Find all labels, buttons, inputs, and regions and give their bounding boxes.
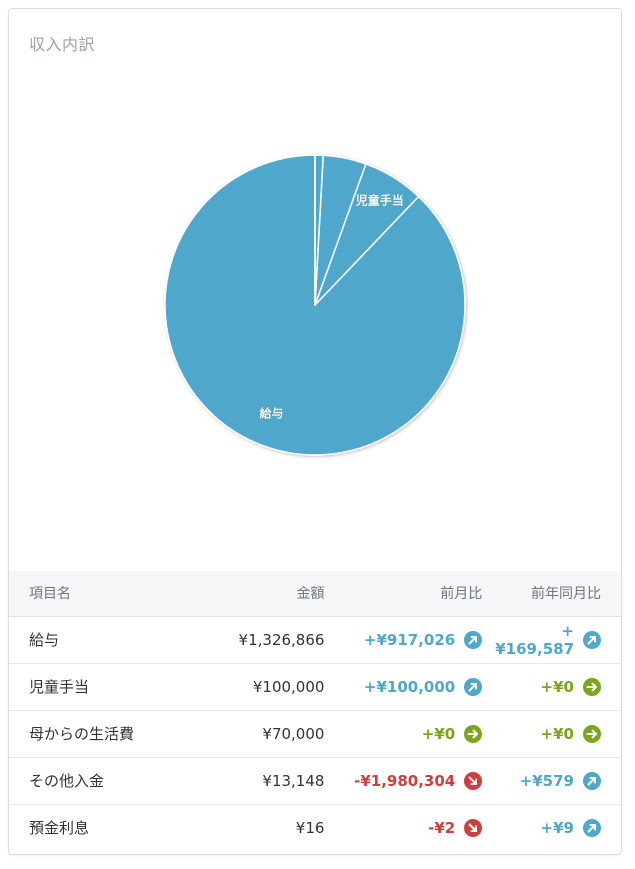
row-mom: +¥100,000 (332, 663, 495, 711)
arrow-up-right-icon (583, 630, 601, 649)
table-row: 母からの生活費 ¥70,000 +¥0 +¥0 (9, 710, 621, 758)
arrow-up-right-icon (583, 818, 601, 837)
mom-change: +¥100,000 (363, 677, 483, 696)
yoy-change: +¥579 (519, 771, 601, 790)
income-pie-chart: 給与 児童手当 (164, 154, 466, 456)
arrow-down-right-icon (464, 818, 483, 837)
mom-change: -¥2 (428, 818, 483, 837)
arrow-down-right-icon (464, 771, 483, 790)
pie-slice-label: 児童手当 (355, 192, 404, 207)
card-title: 収入内訳 (29, 35, 96, 54)
row-yoy: +¥0 (494, 710, 621, 758)
header-mom: 前月比 (332, 571, 495, 617)
row-amount: ¥16 (295, 818, 325, 837)
arrow-up-right-icon (464, 677, 483, 696)
table-row: 給与 ¥1,326,866 +¥917,026 +¥169,587 (9, 616, 621, 664)
pie-slice-label: 給与 (259, 406, 283, 421)
mom-value: +¥100,000 (363, 677, 456, 696)
header-amount: 金額 (193, 571, 333, 617)
yoy-change: +¥9 (540, 818, 601, 837)
mom-value: -¥1,980,304 (354, 771, 456, 790)
yoy-change: +¥0 (540, 724, 601, 743)
row-amount: ¥1,326,866 (193, 616, 333, 664)
header-name: 項目名 (9, 571, 194, 617)
arrow-up-right-icon (464, 630, 483, 649)
mom-change: -¥1,980,304 (354, 771, 483, 790)
row-yoy: +¥9 (494, 804, 621, 851)
mom-value: +¥0 (421, 724, 456, 743)
row-yoy: +¥0 (494, 663, 621, 711)
row-amount: ¥13,148 (193, 757, 333, 805)
table-body: 給与 ¥1,326,866 +¥917,026 +¥169,587 児童手当 ¥100,0… (9, 616, 621, 851)
yoy-value: +¥0 (540, 724, 574, 743)
mom-change: +¥0 (421, 724, 483, 743)
row-name: 児童手当 (9, 663, 194, 711)
mom-value: +¥917,026 (363, 630, 456, 649)
arrow-right-icon (583, 677, 601, 696)
row-name: その他入金 (9, 757, 194, 805)
row-name: 預金利息 (29, 819, 90, 838)
income-table: 項目名 金額 前月比 前年同月比 給与 ¥1,326,866 +¥917,026 +¥… (9, 571, 621, 851)
yoy-value: +¥169,587 (495, 621, 575, 658)
row-yoy: +¥579 (494, 757, 621, 805)
table-header-row: 項目名 金額 前月比 前年同月比 (9, 571, 621, 617)
yoy-value: +¥0 (540, 677, 574, 696)
pie-chart-container: 給与 児童手当 (9, 69, 621, 569)
mom-change: +¥917,026 (363, 630, 483, 649)
arrow-right-icon (583, 724, 601, 743)
arrow-up-right-icon (583, 771, 601, 790)
table-row: その他入金 ¥13,148 -¥1,980,304 +¥579 (9, 757, 621, 805)
row-mom: -¥1,980,304 (332, 757, 495, 805)
row-amount: ¥100,000 (193, 663, 333, 711)
yoy-value: +¥9 (540, 818, 574, 837)
row-mom: +¥0 (332, 710, 495, 758)
row-mom: -¥2 (332, 804, 494, 851)
yoy-change: +¥0 (540, 677, 601, 696)
header-yoy: 前年同月比 (494, 571, 621, 617)
row-yoy: +¥169,587 (494, 616, 621, 664)
yoy-change: +¥169,587 (495, 622, 601, 658)
yoy-value: +¥579 (519, 771, 574, 790)
row-name: 給与 (9, 616, 194, 664)
arrow-right-icon (464, 724, 483, 743)
table-row: 児童手当 ¥100,000 +¥100,000 +¥0 (9, 663, 621, 711)
pie-slices (164, 154, 466, 456)
mom-value: -¥2 (428, 818, 456, 837)
row-name: 母からの生活費 (9, 710, 194, 758)
income-breakdown-card: 収入内訳 給与 児童手当 項目名 金額 前月比 前年同月比 給与 ¥1,326,86… (8, 8, 622, 855)
table-row: 預金利息 ¥16 -¥2 +¥9 (9, 804, 621, 851)
row-amount: ¥70,000 (193, 710, 333, 758)
row-mom: +¥917,026 (332, 616, 495, 664)
